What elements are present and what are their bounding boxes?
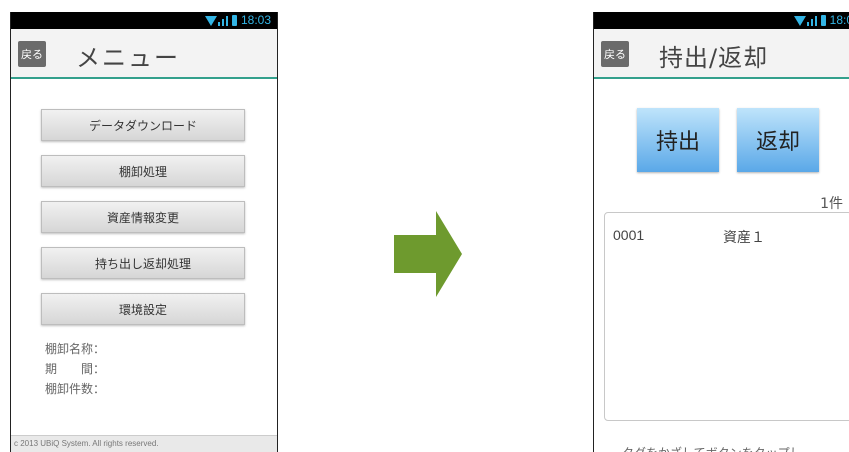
status-time: 18:0 <box>829 13 849 27</box>
inventory-name-label: 棚卸名称： <box>45 342 106 356</box>
wifi-icon <box>793 16 806 26</box>
back-button[interactable]: 戻る <box>18 41 46 67</box>
page-title: 持出/返却 <box>659 44 769 72</box>
right-arrow-icon <box>394 211 462 297</box>
checkout-return-button[interactable]: 持ち出し返却処理 <box>41 247 245 279</box>
list-item[interactable]: 0001 資産１ <box>613 227 765 247</box>
asset-list[interactable]: 0001 資産１ <box>604 212 849 421</box>
inventory-process-button[interactable]: 棚卸処理 <box>41 155 245 187</box>
inventory-info: 棚卸名称： 期 間： 棚卸件数： <box>45 339 115 399</box>
asset-code: 0001 <box>613 227 645 243</box>
asset-name: 資産１ <box>723 230 765 246</box>
settings-button[interactable]: 環境設定 <box>41 293 245 325</box>
battery-icon <box>820 15 826 26</box>
signal-icon <box>217 22 220 26</box>
status-bar: 18:0 <box>594 12 849 29</box>
inventory-count-label: 棚卸件数： <box>45 382 106 396</box>
status-bar: 18:03 <box>11 12 277 29</box>
action-bar: 戻る メニュー <box>11 29 277 79</box>
checkout-button[interactable]: 持出 <box>637 108 719 172</box>
item-count: 1件 <box>820 196 843 212</box>
period-label: 期 間： <box>45 362 106 376</box>
back-button[interactable]: 戻る <box>601 41 629 67</box>
canvas: 18:03 戻る メニュー データダウンロード 棚卸処理 資産情報変更 持ち出し… <box>0 0 849 452</box>
left-phone-screen: 18:03 戻る メニュー データダウンロード 棚卸処理 資産情報変更 持ち出し… <box>10 12 278 452</box>
battery-icon <box>231 15 237 26</box>
right-phone-screen: 18:0 戻る 持出/返却 持出 返却 1件 0001 資産１ タグをかざしてボ… <box>593 12 849 452</box>
signal-icon <box>806 22 809 26</box>
return-button[interactable]: 返却 <box>737 108 819 172</box>
wifi-icon <box>204 16 217 26</box>
asset-info-change-button[interactable]: 資産情報変更 <box>41 201 245 233</box>
copyright-footer: c 2013 UBiQ System. All rights reserved. <box>11 435 277 452</box>
data-download-button[interactable]: データダウンロード <box>41 109 245 141</box>
instruction-hint: タグをかざしてボタンをタップし <box>622 444 802 452</box>
action-bar: 戻る 持出/返却 <box>594 29 849 79</box>
menu-list: データダウンロード 棚卸処理 資産情報変更 持ち出し返却処理 環境設定 <box>41 109 245 339</box>
status-time: 18:03 <box>240 13 271 27</box>
page-title: メニュー <box>76 44 180 72</box>
